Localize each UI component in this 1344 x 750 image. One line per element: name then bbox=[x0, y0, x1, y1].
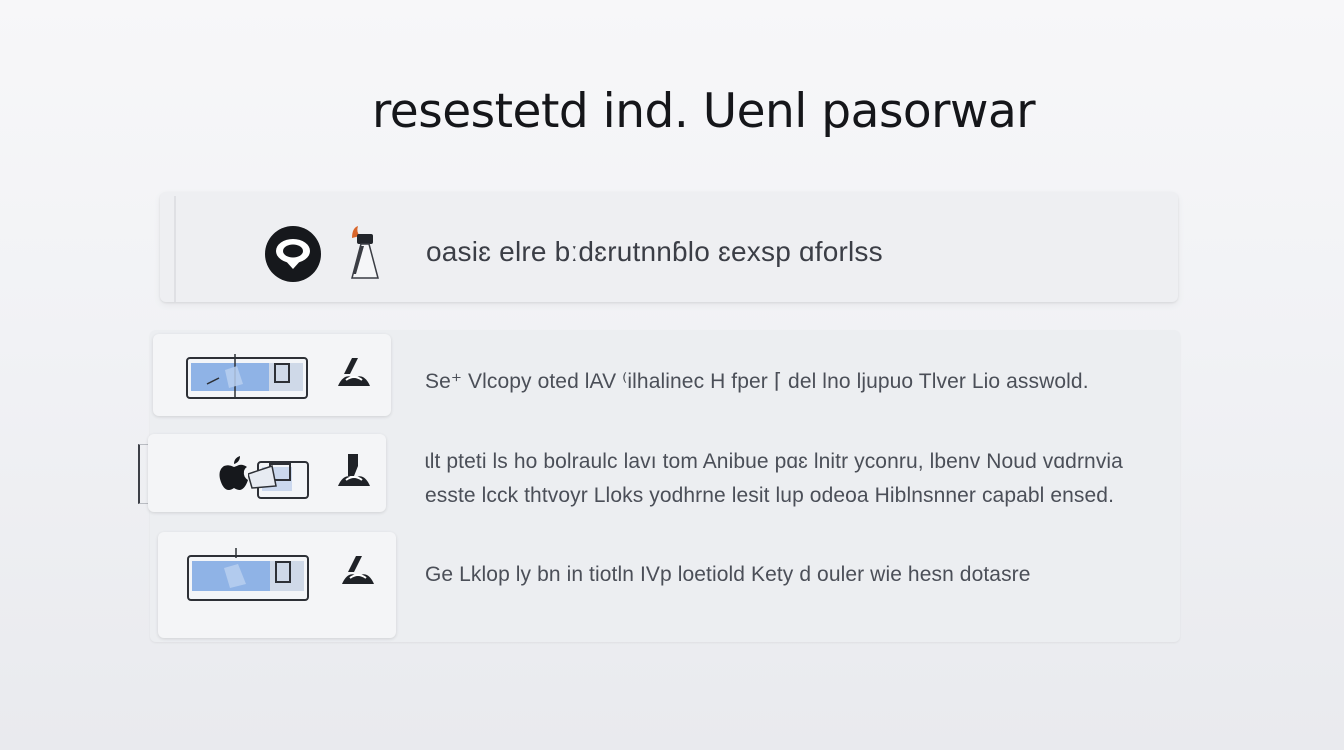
option-tile-3[interactable] bbox=[158, 532, 396, 638]
page-title: resestetd ind. Uenl pasorwar bbox=[372, 84, 1036, 139]
selection-bracket bbox=[138, 444, 148, 504]
option-tile-1[interactable] bbox=[153, 334, 391, 416]
stand-icon bbox=[334, 452, 374, 493]
flask-flame-icon bbox=[344, 224, 384, 284]
device-screen-icon bbox=[186, 548, 310, 609]
option-2-text-line-1: ɩlt pteti ls ho bolraulc lavı tom Anibue… bbox=[425, 450, 1123, 473]
device-screen-icon bbox=[185, 354, 309, 407]
option-1-text: Se⁺ Vlcopy oted lAV ⁽ilhalinec H fper ⌈ … bbox=[425, 370, 1089, 393]
top-info-card[interactable]: oasiɛ elre bːdɛrutnnɓlo ɛexsp ɑforlss bbox=[160, 192, 1178, 302]
stand-icon bbox=[334, 354, 374, 395]
card-edge bbox=[174, 196, 176, 302]
device-screen-icon bbox=[247, 456, 310, 507]
apple-logo-icon bbox=[218, 456, 250, 497]
stand-icon bbox=[338, 552, 378, 593]
option-3-text: Ge Lklop ly bn in tiotln IVp loetiold Ke… bbox=[425, 563, 1031, 586]
circle-badge-icon bbox=[264, 225, 322, 283]
top-card-text: oasiɛ elre bːdɛrutnnɓlo ɛexsp ɑforlss bbox=[426, 236, 883, 267]
option-2-text-line-2: esste lcck thtvoyr Lloks yodhrne lesit l… bbox=[425, 484, 1115, 507]
option-tile-2[interactable] bbox=[148, 434, 386, 512]
